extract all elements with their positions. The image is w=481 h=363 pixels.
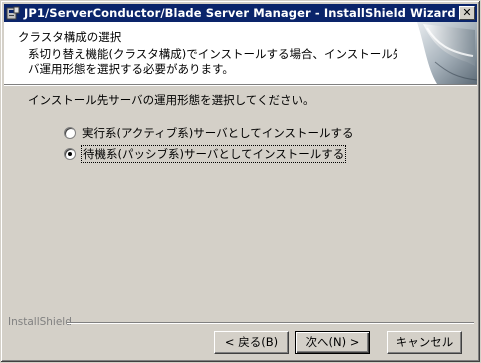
installer-app-icon [6,6,20,20]
option-active-server[interactable]: 実行系(アクティブ系)サーバとしてインストールする [64,125,354,141]
cancel-button[interactable]: キャンセル [387,331,462,354]
installer-window: JP1/ServerConductor/Blade Server Manager… [0,0,481,363]
page-curl-graphic [397,22,477,84]
option-passive-server[interactable]: 待機系(パッシブ系)サーバとしてインストールする [64,145,347,163]
close-icon: ✕ [462,6,472,19]
step-description-line1: 系切り替え機能(クラスタ構成)でインストールする場合、インストール先のサー [28,47,439,61]
step-description: 系切り替え機能(クラスタ構成)でインストールする場合、インストール先のサー バ運… [28,47,439,77]
close-button[interactable]: ✕ [459,6,475,20]
selection-prompt: インストール先サーバの運用形態を選択してください。 [28,93,315,107]
radio-active-server[interactable] [64,127,76,139]
radio-passive-server[interactable] [64,148,76,160]
window-title: JP1/ServerConductor/Blade Server Manager… [24,6,456,20]
back-button[interactable]: < 戻る(B) [214,331,289,354]
option-passive-label[interactable]: 待機系(パッシブ系)サーバとしてインストールする [80,145,347,163]
footer-separator [67,322,474,324]
wizard-header: クラスタ構成の選択 系切り替え機能(クラスタ構成)でインストールする場合、インス… [4,22,477,84]
next-button[interactable]: 次へ(N) > [295,331,370,354]
installshield-brand: InstallShield [8,316,72,328]
title-bar[interactable]: JP1/ServerConductor/Blade Server Manager… [4,4,477,22]
step-title: クラスタ構成の選択 [18,30,122,44]
step-description-line2: バ運用形態を選択する必要があります。 [28,62,234,76]
option-active-label[interactable]: 実行系(アクティブ系)サーバとしてインストールする [82,125,354,141]
header-separator [4,84,477,86]
